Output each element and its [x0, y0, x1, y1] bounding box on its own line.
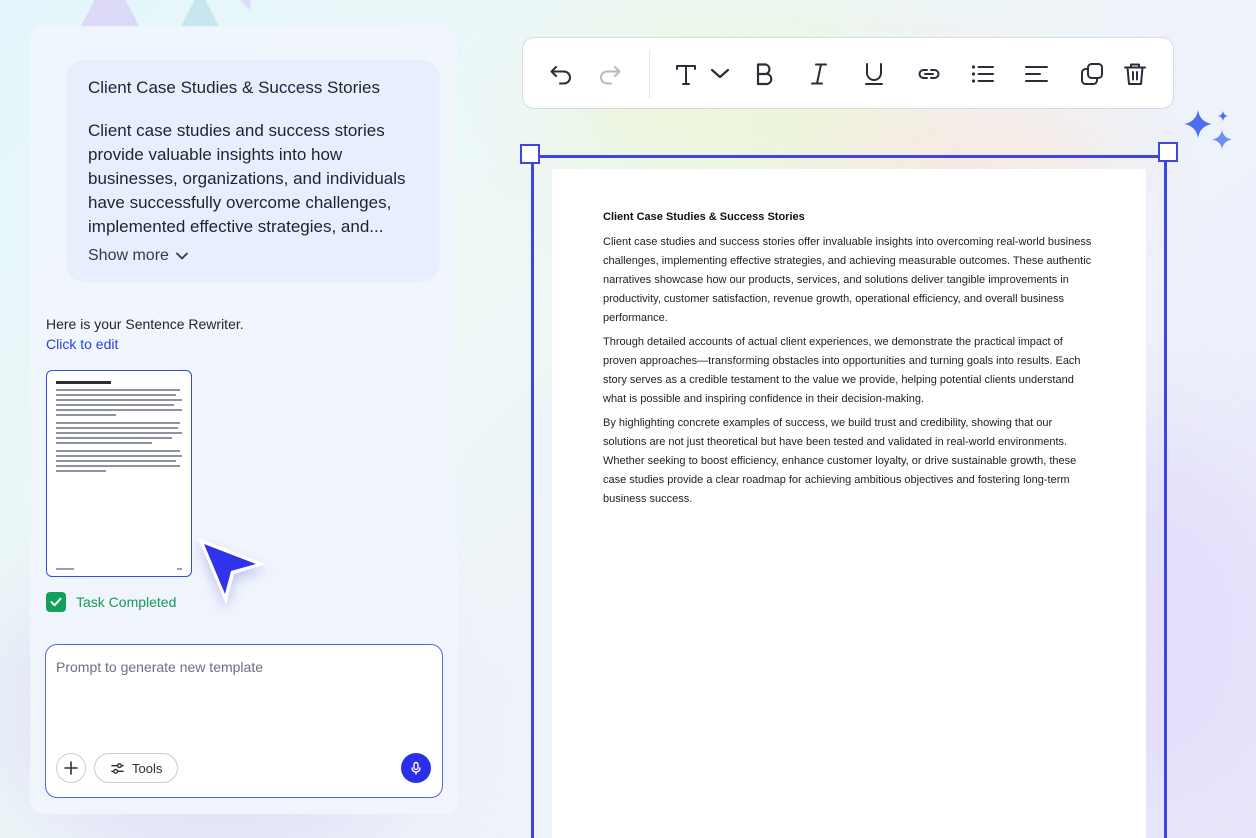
underline-icon [865, 63, 883, 85]
undo-button[interactable] [545, 58, 577, 90]
delete-icon [1124, 63, 1146, 85]
redo-icon [600, 66, 621, 85]
decorative-shape [80, 0, 252, 28]
resize-handle-top-left[interactable] [520, 144, 540, 164]
duplicate-icon [1081, 63, 1103, 85]
ai-card-body: Client case studies and success stories … [88, 121, 406, 237]
duplicate-button[interactable] [1076, 58, 1108, 90]
tools-button[interactable]: Tools [94, 753, 179, 783]
text-style-button[interactable] [670, 58, 702, 90]
microphone-icon [411, 761, 421, 775]
cursor-arrow-icon [198, 538, 266, 604]
task-status-label: Task Completed [76, 594, 177, 610]
delete-button[interactable] [1119, 58, 1151, 90]
ai-card-title: Client Case Studies & Success Stories [88, 78, 380, 97]
align-left-button[interactable] [1021, 58, 1053, 90]
link-icon [918, 69, 940, 79]
bold-icon [756, 63, 773, 86]
plus-icon [64, 761, 78, 775]
add-attachment-button[interactable] [56, 753, 86, 783]
document-page[interactable]: Client Case Studies & Success Stories Cl… [552, 169, 1146, 838]
document-paragraph: By highlighting concrete examples of suc… [603, 417, 1077, 505]
document-title: Client Case Studies & Success Stories [603, 211, 805, 223]
task-status: Task Completed [46, 592, 176, 612]
click-to-edit-link[interactable]: Click to edit [46, 336, 118, 352]
underline-button[interactable] [858, 58, 890, 90]
toolbar-divider [649, 50, 650, 98]
prompt-input[interactable] [56, 659, 426, 739]
sliders-icon [111, 762, 124, 774]
italic-button[interactable] [803, 58, 835, 90]
sparkles-icon [1184, 110, 1232, 149]
bullet-list-icon [971, 65, 994, 83]
show-more-button[interactable]: Show more [88, 247, 189, 265]
chevron-down-icon [710, 68, 730, 79]
ai-response-card: Client Case Studies & Success Stories Cl… [66, 60, 440, 282]
show-more-label: Show more [88, 247, 169, 264]
assistant-message: Here is your Sentence Rewriter. [46, 316, 244, 332]
prompt-composer: Tools [45, 644, 443, 798]
align-left-icon [1025, 66, 1048, 82]
italic-icon [811, 63, 827, 85]
link-button[interactable] [913, 58, 945, 90]
chat-panel: Client Case Studies & Success Stories Cl… [30, 26, 458, 814]
checkbox-checked-icon [46, 592, 66, 612]
redo-button[interactable] [594, 58, 626, 90]
chevron-down-icon [176, 252, 188, 260]
undo-icon [550, 66, 571, 85]
document-paragraph: Through detailed accounts of actual clie… [603, 336, 1081, 405]
bold-button[interactable] [749, 58, 781, 90]
text-style-icon [676, 65, 696, 85]
bullet-list-button[interactable] [967, 58, 999, 90]
text-style-dropdown[interactable] [704, 58, 736, 90]
tools-label: Tools [132, 760, 163, 776]
document-paragraph: Client case studies and success stories … [603, 236, 1092, 324]
document-thumbnail[interactable] [46, 370, 192, 577]
voice-input-button[interactable] [401, 753, 431, 783]
resize-handle-top-right[interactable] [1158, 142, 1178, 162]
formatting-toolbar [522, 37, 1174, 109]
